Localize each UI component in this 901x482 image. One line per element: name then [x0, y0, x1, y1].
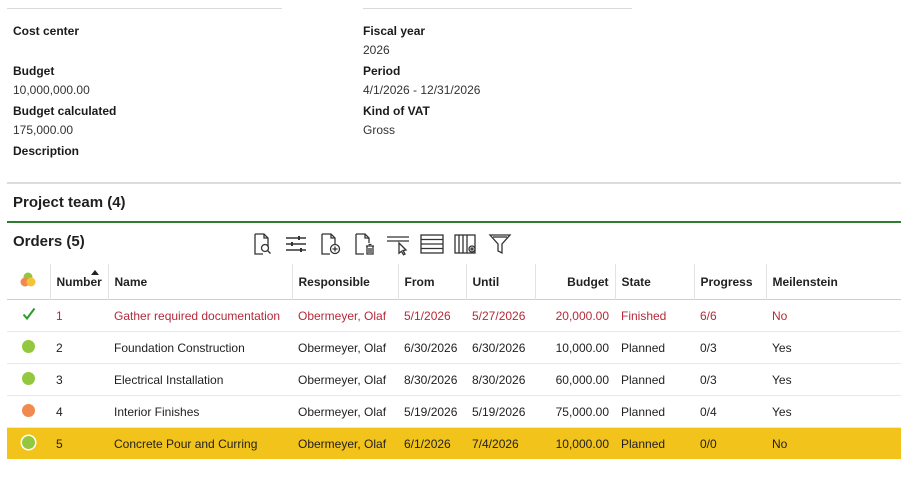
cell-from: 5/1/2026	[398, 299, 466, 332]
status-green-icon	[22, 371, 35, 385]
status-green-icon	[22, 339, 35, 353]
fiscal-year-value: 2026	[363, 43, 390, 57]
table-row[interactable]: 1 Gather required documentation Obermeye…	[7, 299, 901, 332]
cell-name: Foundation Construction	[108, 331, 292, 364]
vat-value: Gross	[363, 123, 396, 137]
cell-state: Planned	[615, 395, 694, 428]
description-label: Description	[13, 144, 80, 158]
project-team-header[interactable]: Project team (4)	[13, 194, 126, 211]
select-cursor-icon[interactable]	[383, 230, 413, 258]
cell-state: Planned	[615, 363, 694, 396]
cell-budget: 20,000.00	[535, 299, 615, 332]
column-header-number[interactable]: Number	[50, 264, 109, 300]
section-divider	[7, 182, 901, 184]
cell-number: 2	[50, 331, 108, 364]
cell-number: 3	[50, 363, 108, 396]
vat-label: Kind of VAT	[363, 104, 430, 118]
table-row[interactable]: 4 Interior Finishes Obermeyer, Olaf 5/19…	[7, 395, 901, 428]
column-header-milestone[interactable]: Meilenstein	[766, 264, 901, 300]
table-row[interactable]: 3 Electrical Installation Obermeyer, Ola…	[7, 363, 901, 396]
sliders-icon[interactable]	[281, 230, 311, 258]
cell-budget: 10,000.00	[535, 427, 615, 459]
period-label: Period	[363, 64, 401, 78]
cell-responsible: Obermeyer, Olaf	[292, 331, 398, 364]
filter-icon[interactable]	[485, 230, 515, 258]
table-row-selected[interactable]: 5 Concrete Pour and Curring Obermeyer, O…	[7, 427, 901, 459]
delete-document-icon[interactable]	[349, 230, 379, 258]
cell-responsible: Obermeyer, Olaf	[292, 395, 398, 428]
cell-progress: 0/4	[694, 395, 766, 428]
cell-progress: 0/3	[694, 363, 766, 396]
budget-value: 10,000,000.00	[13, 83, 90, 97]
cell-responsible: Obermeyer, Olaf	[292, 427, 398, 459]
cell-name: Concrete Pour and Curring	[108, 427, 292, 459]
cell-budget: 75,000.00	[535, 395, 615, 428]
cell-progress: 0/0	[694, 427, 766, 459]
cell-from: 5/19/2026	[398, 395, 466, 428]
top-divider-left	[7, 8, 282, 9]
cell-progress: 6/6	[694, 299, 766, 332]
column-header-responsible[interactable]: Responsible	[292, 264, 399, 300]
column-settings-icon[interactable]	[451, 230, 481, 258]
orders-toolbar	[247, 230, 515, 258]
cell-from: 8/30/2026	[398, 363, 466, 396]
column-header-budget[interactable]: Budget	[535, 264, 616, 300]
check-icon	[22, 307, 36, 324]
cell-number: 5	[50, 427, 108, 459]
cell-budget: 10,000.00	[535, 331, 615, 364]
sort-ascending-icon	[90, 270, 99, 275]
cell-state: Planned	[615, 427, 694, 459]
cell-until: 8/30/2026	[466, 363, 535, 396]
cell-number: 4	[50, 395, 108, 428]
cell-until: 5/19/2026	[466, 395, 535, 428]
column-header-progress[interactable]: Progress	[694, 264, 767, 300]
cell-responsible: Obermeyer, Olaf	[292, 363, 398, 396]
cell-name: Electrical Installation	[108, 363, 292, 396]
cell-number: 1	[50, 299, 108, 332]
budget-calculated-label: Budget calculated	[13, 104, 117, 118]
column-header-state[interactable]: State	[615, 264, 695, 300]
cell-until: 6/30/2026	[466, 331, 535, 364]
project-team-underline	[7, 221, 901, 223]
add-document-icon[interactable]	[315, 230, 345, 258]
cell-milestone: No	[766, 299, 901, 332]
column-header-until[interactable]: Until	[466, 264, 536, 300]
cell-milestone: No	[766, 427, 901, 459]
orders-header: Orders (5)	[13, 233, 85, 250]
column-header-from[interactable]: From	[398, 264, 467, 300]
cell-milestone: Yes	[766, 363, 901, 396]
status-green-icon	[22, 435, 35, 449]
cost-center-label: Cost center	[13, 24, 80, 38]
budget-label: Budget	[13, 64, 55, 78]
column-header-name[interactable]: Name	[108, 264, 293, 300]
orders-table: Number Name Responsible From Until Budge…	[7, 264, 901, 459]
cell-from: 6/30/2026	[398, 331, 466, 364]
rows-icon[interactable]	[417, 230, 447, 258]
status-legend-icon	[20, 272, 36, 287]
period-value: 4/1/2026 - 12/31/2026	[363, 83, 481, 97]
orders-header-row: Number Name Responsible From Until Budge…	[7, 264, 901, 300]
cell-milestone: Yes	[766, 331, 901, 364]
cell-state: Finished	[615, 299, 694, 332]
cell-progress: 0/3	[694, 331, 766, 364]
cell-until: 5/27/2026	[466, 299, 535, 332]
cell-state: Planned	[615, 331, 694, 364]
fiscal-year-label: Fiscal year	[363, 24, 426, 38]
cell-budget: 60,000.00	[535, 363, 615, 396]
cell-from: 6/1/2026	[398, 427, 466, 459]
cell-until: 7/4/2026	[466, 427, 535, 459]
cell-name: Gather required documentation	[108, 299, 292, 332]
table-row[interactable]: 2 Foundation Construction Obermeyer, Ola…	[7, 331, 901, 364]
cell-milestone: Yes	[766, 395, 901, 428]
cell-name: Interior Finishes	[108, 395, 292, 428]
document-search-icon[interactable]	[247, 230, 277, 258]
top-divider-right	[363, 8, 632, 9]
cell-responsible: Obermeyer, Olaf	[292, 299, 398, 332]
status-column-header[interactable]	[7, 264, 51, 300]
budget-calculated-value: 175,000.00	[13, 123, 74, 137]
status-orange-icon	[22, 403, 35, 417]
